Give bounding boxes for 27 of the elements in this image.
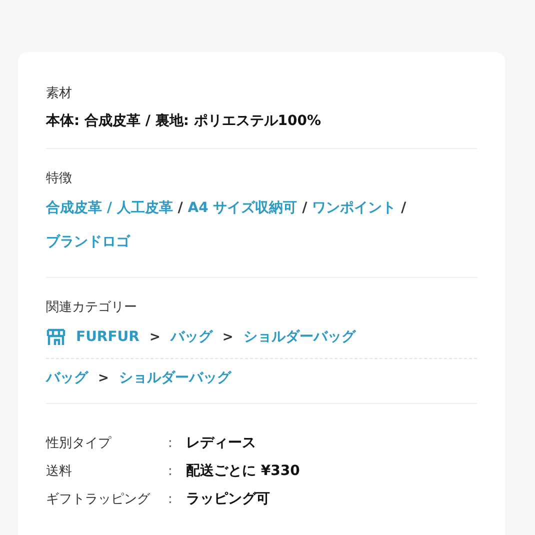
section-label: 素材 [46,85,73,102]
spec-value: 配送ごとに ¥330 [186,462,301,480]
material-value: 本体: 合成皮革 / 裏地: ポリエステル100% [46,112,322,130]
feature-link[interactable]: 合成皮革 / 人工皮革 [46,200,173,216]
spec-colon: : [168,464,174,478]
spec-colon: : [168,436,174,450]
breadcrumb-link[interactable]: ショルダーバッグ [243,328,356,346]
spec-value: レディース [186,434,257,452]
feature-list: 合成皮革 / 人工皮革 / A4 サイズ収納可 / ワンポイント / ブランドロゴ [46,191,477,259]
feature-link[interactable]: ブランドロゴ [46,234,130,250]
spec-label: ギフトラッピング [46,491,152,508]
breadcrumb-separator: > [222,330,234,344]
feature-link[interactable]: A4 サイズ収納可 [188,200,298,216]
feature-link[interactable]: ワンポイント [312,200,396,216]
spec-colon: : [168,492,174,506]
store-icon [46,328,66,346]
breadcrumb-separator: > [98,370,109,386]
section-label: 関連カテゴリー [46,299,138,316]
breadcrumb-link[interactable]: FURFUR [76,329,140,345]
spec-label: 送料 [46,463,73,480]
breadcrumb-link[interactable]: ショルダーバッグ [118,369,231,387]
spec-label: 性別タイプ [46,435,112,452]
spec-value: ラッピング可 [186,490,271,508]
breadcrumb-separator: > [149,330,160,344]
breadcrumb-link[interactable]: バッグ [170,328,212,346]
section-label: 特徴 [46,170,73,187]
breadcrumb-link[interactable]: バッグ [46,369,88,387]
